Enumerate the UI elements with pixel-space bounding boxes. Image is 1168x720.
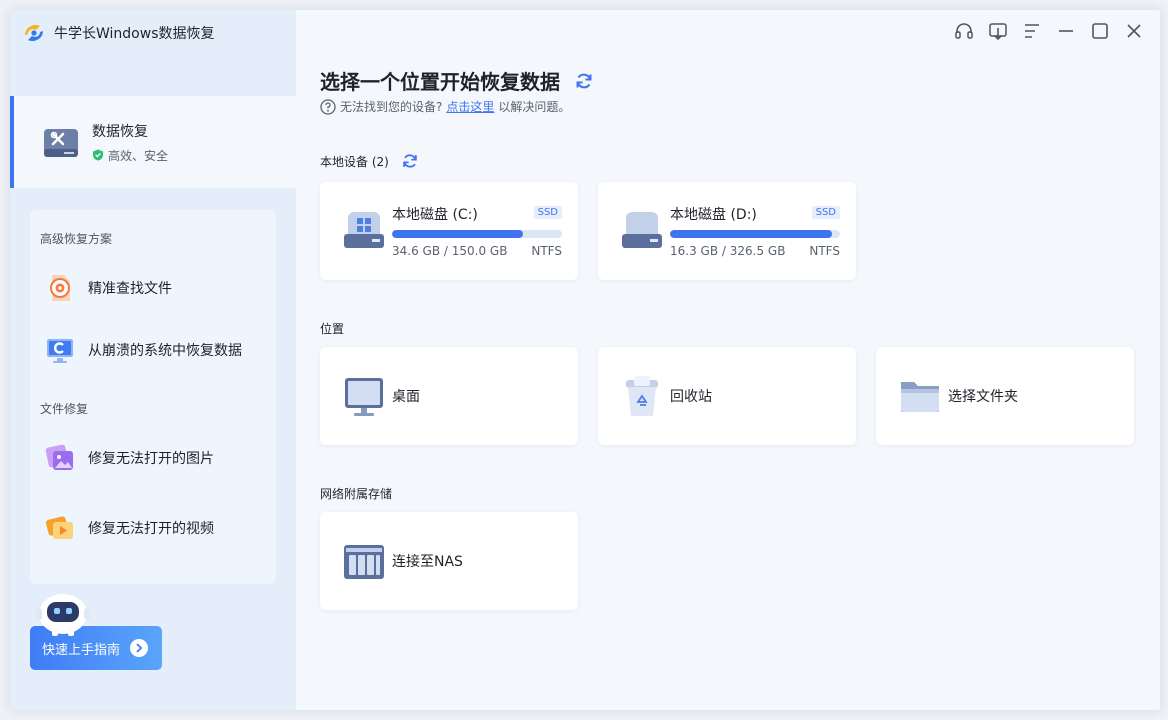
sidebar: 牛学长Windows数据恢复 数据恢复 高效、安全 高级恢复方案 精准查找文件 … — [10, 10, 296, 710]
disk-usage-fill — [670, 230, 832, 238]
disk-card-d[interactable]: 本地磁盘 (D:) SSD 16.3 GB / 326.5 GB NTFS — [598, 182, 856, 280]
location-label: 位置 — [320, 322, 345, 336]
disk-name: 本地磁盘 (D:) — [670, 207, 757, 223]
desktop-monitor-icon — [345, 378, 383, 416]
sidebar-item-crash-recovery[interactable]: 从崩溃的系统中恢复数据 — [30, 328, 276, 372]
quick-guide-label: 快速上手指南 — [42, 642, 121, 658]
disk-size: 34.6 GB / 150.0 GB — [392, 244, 508, 258]
menu-icon[interactable] — [1022, 20, 1042, 42]
page-title: 选择一个位置开始恢复数据 — [320, 70, 560, 94]
disk-filesystem: NTFS — [531, 244, 562, 258]
robot-mascot-icon — [36, 594, 90, 636]
location-label-text: 选择文件夹 — [948, 389, 1018, 405]
sidebar-item-video-repair[interactable]: 修复无法打开的视频 — [30, 506, 276, 550]
app-window: 牛学长Windows数据恢复 数据恢复 高效、安全 高级恢复方案 精准查找文件 … — [10, 10, 1160, 710]
location-recycle-bin[interactable]: 回收站 — [598, 347, 856, 445]
video-repair-icon — [45, 516, 73, 539]
nav-subtitle-row: 高效、安全 — [92, 147, 168, 164]
local-devices-label: 本地设备 (2) — [320, 154, 389, 169]
arrow-right-icon — [130, 639, 149, 657]
target-file-icon — [50, 275, 70, 301]
folder-icon — [901, 382, 939, 412]
sidebar-item-label: 修复无法打开的图片 — [88, 451, 214, 467]
sidebar-item-precise-search[interactable]: 精准查找文件 — [30, 266, 276, 310]
app-title: 牛学长Windows数据恢复 — [54, 26, 215, 42]
download-icon[interactable] — [988, 20, 1008, 42]
help-suffix: 以解决问题。 — [498, 100, 571, 114]
question-icon — [320, 98, 336, 115]
local-devices-label-row: 本地设备 (2) — [320, 152, 419, 170]
disk-card-c[interactable]: 本地磁盘 (C:) SSD 34.6 GB / 150.0 GB NTFS — [320, 182, 578, 280]
shield-check-icon — [93, 149, 103, 161]
nas-icon — [344, 545, 384, 579]
disk-name: 本地磁盘 (C:) — [392, 207, 478, 223]
refresh-icon[interactable] — [574, 71, 594, 91]
sidebar-item-photo-repair[interactable]: 修复无法打开的图片 — [30, 436, 276, 480]
app-title-bar: 牛学长Windows数据恢复 — [22, 22, 215, 44]
nav-data-recovery[interactable]: 数据恢复 高效、安全 — [10, 96, 296, 188]
location-desktop[interactable]: 桌面 — [320, 347, 578, 445]
crashed-system-icon — [47, 339, 73, 363]
close-icon[interactable] — [1124, 20, 1144, 42]
ssd-badge: SSD — [811, 206, 840, 219]
nas-label: 连接至NAS — [392, 554, 463, 570]
maximize-icon[interactable] — [1090, 20, 1110, 42]
windows-drive-icon — [344, 212, 384, 248]
advanced-panel: 高级恢复方案 精准查找文件 从崩溃的系统中恢复数据 文件修复 修复无法打开的图片… — [30, 210, 276, 584]
disk-usage-fill — [392, 230, 523, 238]
location-label-text: 回收站 — [670, 389, 712, 405]
help-link[interactable]: 点击这里 — [446, 98, 494, 115]
window-controls — [954, 20, 1144, 42]
advanced-section-label: 高级恢复方案 — [40, 232, 113, 246]
disk-size: 16.3 GB / 326.5 GB — [670, 244, 786, 258]
location-label-text: 桌面 — [392, 389, 420, 405]
ssd-badge: SSD — [533, 206, 562, 219]
disk-filesystem: NTFS — [809, 244, 840, 258]
headset-icon[interactable] — [954, 20, 974, 42]
nas-connect-card[interactable]: 连接至NAS — [320, 512, 578, 610]
recycle-bin-icon — [626, 376, 658, 416]
help-line: 无法找到您的设备? 点击这里 以解决问题。 — [320, 98, 570, 115]
nav-subtitle: 高效、安全 — [108, 148, 169, 163]
app-logo-icon — [25, 25, 43, 41]
sidebar-item-label: 精准查找文件 — [88, 281, 172, 297]
nas-section-label: 网络附属存储 — [320, 487, 393, 501]
sidebar-item-label: 从崩溃的系统中恢复数据 — [88, 343, 242, 359]
disk-usage-bar — [392, 230, 562, 238]
minimize-icon[interactable] — [1056, 20, 1076, 42]
sidebar-item-label: 修复无法打开的视频 — [88, 521, 214, 537]
main-content: 选择一个位置开始恢复数据 无法找到您的设备? 点击这里 以解决问题。 本地设备 … — [296, 10, 1160, 710]
repair-section-label: 文件修复 — [40, 402, 89, 416]
location-select-folder[interactable]: 选择文件夹 — [876, 347, 1134, 445]
drive-icon — [622, 212, 662, 248]
refresh-devices-icon[interactable] — [401, 152, 419, 170]
page-title-row: 选择一个位置开始恢复数据 — [320, 66, 594, 95]
nav-title: 数据恢复 — [92, 123, 148, 140]
help-text: 无法找到您的设备? — [340, 100, 443, 114]
photo-repair-icon — [45, 444, 73, 470]
data-recovery-icon — [44, 129, 78, 157]
disk-usage-bar — [670, 230, 840, 238]
